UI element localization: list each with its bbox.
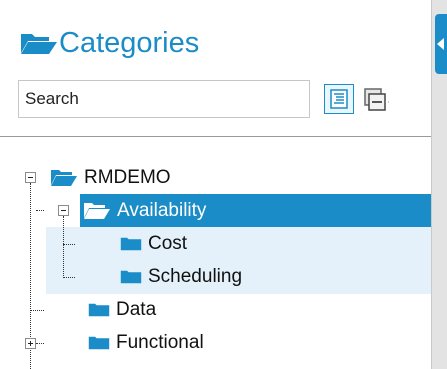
tree-node-label: RMDEMO — [84, 167, 171, 188]
folder-icon — [120, 270, 142, 283]
tree-connector — [36, 343, 44, 344]
folder-icon — [88, 303, 110, 316]
tree-node-cost[interactable]: Cost — [120, 227, 187, 260]
collapse-all-icon — [364, 88, 389, 111]
tree-node-label: Cost — [148, 233, 188, 254]
tree-node-label: Functional — [116, 332, 204, 353]
tree-connector — [63, 277, 75, 278]
collapse-panel-tab[interactable] — [435, 14, 447, 74]
tree-connector — [63, 216, 64, 278]
tree-connector — [30, 310, 44, 311]
tree-connector — [36, 210, 44, 211]
availability-collapse-toggle[interactable] — [58, 205, 69, 216]
folder-icon — [88, 336, 110, 349]
panel-header: Categories — [20, 26, 199, 60]
tree-node-label: Availability — [117, 200, 207, 221]
collapse-all-button[interactable] — [360, 84, 390, 114]
tree-node-rmdemo[interactable]: RMDEMO — [50, 161, 171, 194]
expand-all-button[interactable] — [324, 84, 354, 114]
tree-node-functional[interactable]: Functional — [88, 326, 204, 359]
folder-open-icon — [51, 169, 77, 186]
folder-open-icon — [84, 202, 110, 219]
root-collapse-toggle[interactable] — [25, 172, 36, 183]
tree-connector — [63, 244, 75, 245]
tree-node-label: Data — [116, 299, 157, 320]
folder-open-icon — [21, 34, 57, 54]
folder-icon — [120, 237, 142, 250]
tree-node-label: Scheduling — [148, 266, 243, 287]
expand-all-icon — [330, 89, 348, 109]
tree-node-availability[interactable]: Availability — [83, 194, 206, 227]
search-input[interactable] — [18, 80, 310, 118]
tree-node-data[interactable]: Data — [88, 293, 156, 326]
functional-expand-toggle[interactable] — [25, 338, 36, 349]
category-tree: RMDEMO Availability Cost Scheduling Data… — [0, 137, 431, 369]
categories-panel: Categories Search RMDEMO Availability Co… — [0, 0, 431, 369]
panel-title: Categories — [59, 27, 200, 59]
tree-node-scheduling[interactable]: Scheduling — [120, 260, 242, 293]
chevron-left-icon — [437, 38, 444, 50]
